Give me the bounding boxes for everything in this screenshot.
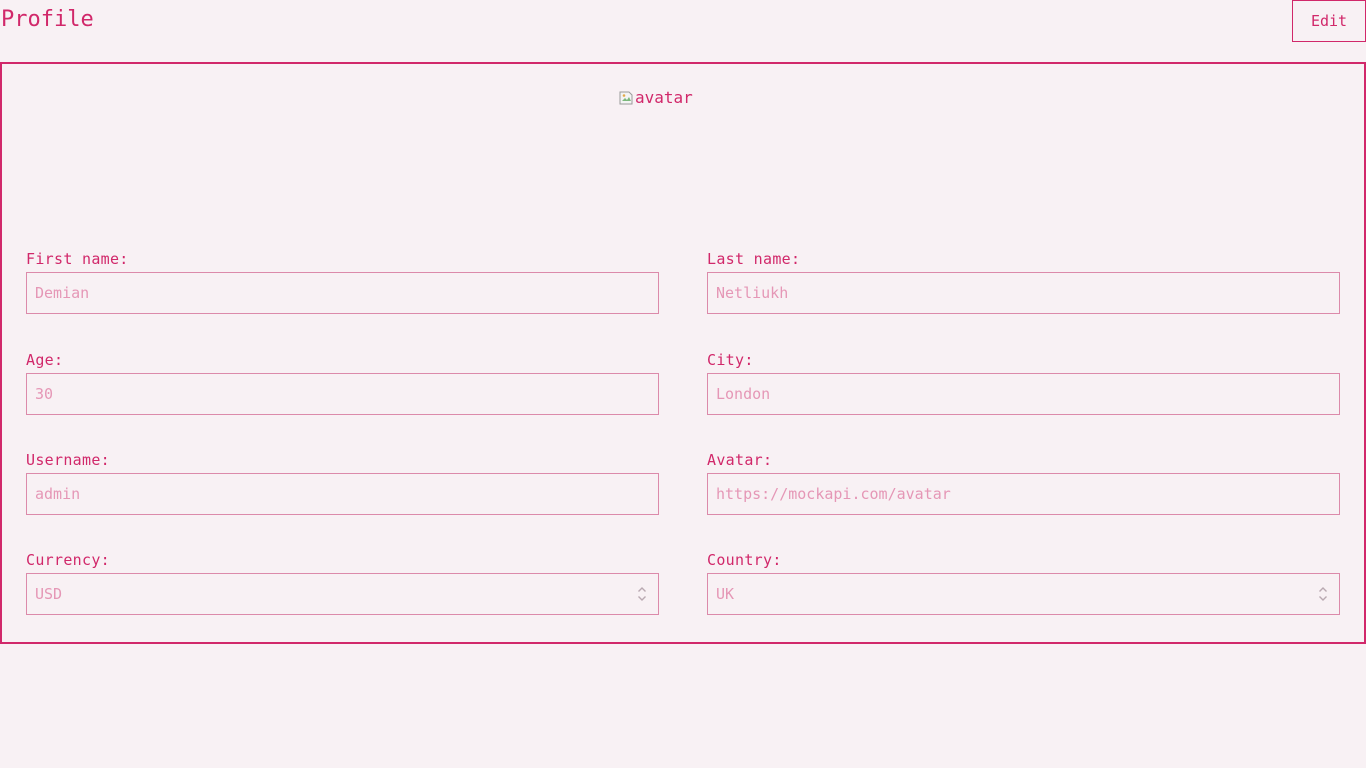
chevron-updown-icon [1319,587,1327,601]
age-label: Age: [26,351,64,369]
page-header: Profile Edit [0,0,1366,42]
currency-group: Currency: USD [26,551,659,615]
currency-select[interactable]: USD [26,573,659,615]
username-group: Username: [26,451,659,515]
avatar-url-field[interactable] [707,473,1340,515]
age-field[interactable] [26,373,659,415]
username-field[interactable] [26,473,659,515]
city-field[interactable] [707,373,1340,415]
country-label: Country: [707,551,782,569]
avatar: avatar [619,88,693,107]
broken-image-icon [619,90,633,106]
currency-selected-value[interactable]: USD [26,573,659,615]
country-select[interactable]: UK [707,573,1340,615]
first-name-label: First name: [26,250,129,268]
age-group: Age: [26,351,659,415]
country-group: Country: UK [707,551,1340,615]
country-selected-value[interactable]: UK [707,573,1340,615]
first-name-group: First name: [26,250,659,314]
city-group: City: [707,351,1340,415]
avatar-url-group: Avatar: [707,451,1340,515]
last-name-label: Last name: [707,250,801,268]
profile-card: avatar First name: Last name: Age: City:… [0,62,1366,644]
page-title: Profile [1,7,94,32]
city-label: City: [707,351,754,369]
edit-button[interactable]: Edit [1292,0,1366,42]
first-name-field[interactable] [26,272,659,314]
last-name-field[interactable] [707,272,1340,314]
currency-label: Currency: [26,551,110,569]
chevron-updown-icon [638,587,646,601]
avatar-alt-text: avatar [635,88,693,107]
avatar-url-label: Avatar: [707,451,773,469]
last-name-group: Last name: [707,250,1340,314]
username-label: Username: [26,451,110,469]
